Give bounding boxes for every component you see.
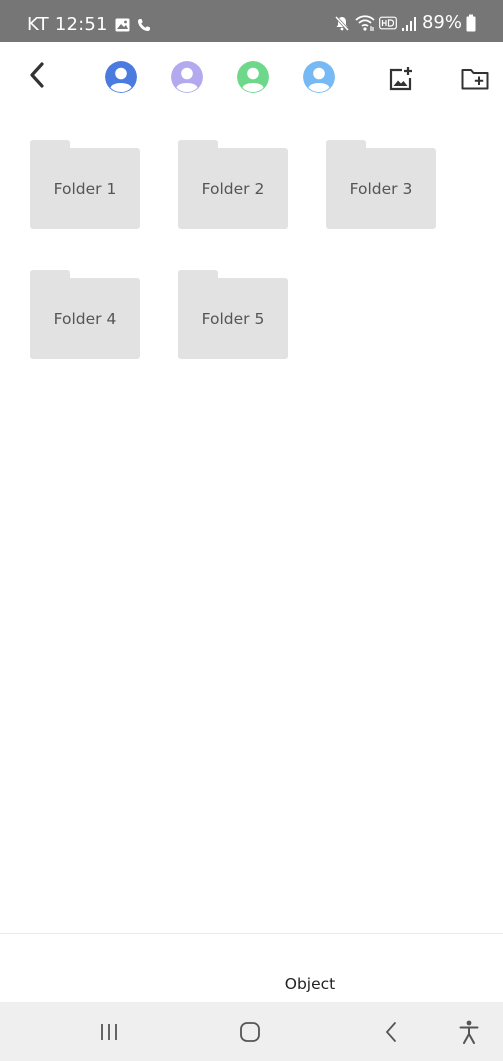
folder-label: Folder 2	[201, 179, 265, 198]
phone-icon	[137, 18, 150, 31]
avatar-blue[interactable]	[105, 61, 137, 93]
folder-icon: Folder 4	[30, 278, 140, 359]
folder-label: Folder 3	[349, 179, 413, 198]
footer-divider	[0, 933, 503, 934]
add-image-icon	[389, 67, 412, 91]
navigation-bar	[0, 1002, 503, 1061]
recent-apps-button[interactable]	[94, 1017, 124, 1047]
back-nav-button[interactable]	[378, 1017, 404, 1047]
folder-item[interactable]: Folder 1	[30, 140, 140, 230]
accessibility-button[interactable]	[455, 1017, 483, 1047]
status-bar: KT 12:51 89%	[0, 0, 503, 42]
mute-icon	[334, 15, 350, 31]
folder-icon: Folder 3	[326, 148, 436, 229]
folder-item[interactable]: Folder 2	[178, 140, 288, 230]
person-icon	[303, 61, 335, 93]
folder-icon: Folder 1	[30, 148, 140, 229]
person-icon	[105, 61, 137, 93]
folder-icon: Folder 5	[178, 278, 288, 359]
add-folder-button[interactable]	[456, 62, 494, 96]
home-button[interactable]	[234, 1017, 266, 1047]
home-icon	[240, 1022, 260, 1042]
battery-percent: 89%	[421, 12, 462, 33]
folder-item[interactable]: Folder 5	[178, 270, 288, 360]
carrier-label: KT	[27, 14, 49, 35]
person-icon	[237, 61, 269, 93]
folder-item[interactable]: Folder 3	[326, 140, 436, 230]
folder-label: Folder 4	[53, 309, 117, 328]
folder-icon: Folder 2	[178, 148, 288, 229]
folder-label: Folder 5	[201, 309, 265, 328]
toolbar	[0, 42, 503, 118]
person-icon	[171, 61, 203, 93]
recent-apps-icon	[101, 1024, 117, 1040]
add-image-button[interactable]	[384, 62, 418, 96]
object-label[interactable]: Object	[0, 975, 503, 993]
avatar-light-blue[interactable]	[303, 61, 335, 93]
avatar-green[interactable]	[237, 61, 269, 93]
status-right: 89%	[329, 12, 476, 33]
battery-icon	[466, 14, 476, 31]
wifi-icon	[355, 14, 375, 31]
signal-icon	[401, 16, 416, 31]
status-left: KT 12:51	[27, 14, 151, 35]
add-folder-icon	[461, 69, 489, 90]
accessibility-icon	[459, 1020, 479, 1044]
clock: 12:51	[54, 14, 108, 35]
gallery-icon	[115, 18, 130, 31]
avatar-lavender[interactable]	[171, 61, 203, 93]
folder-item[interactable]: Folder 4	[30, 270, 140, 360]
back-icon	[385, 1022, 396, 1042]
back-arrow-icon	[30, 62, 44, 88]
hd-icon	[379, 16, 397, 29]
folder-label: Folder 1	[53, 179, 117, 198]
back-button[interactable]	[20, 56, 54, 94]
